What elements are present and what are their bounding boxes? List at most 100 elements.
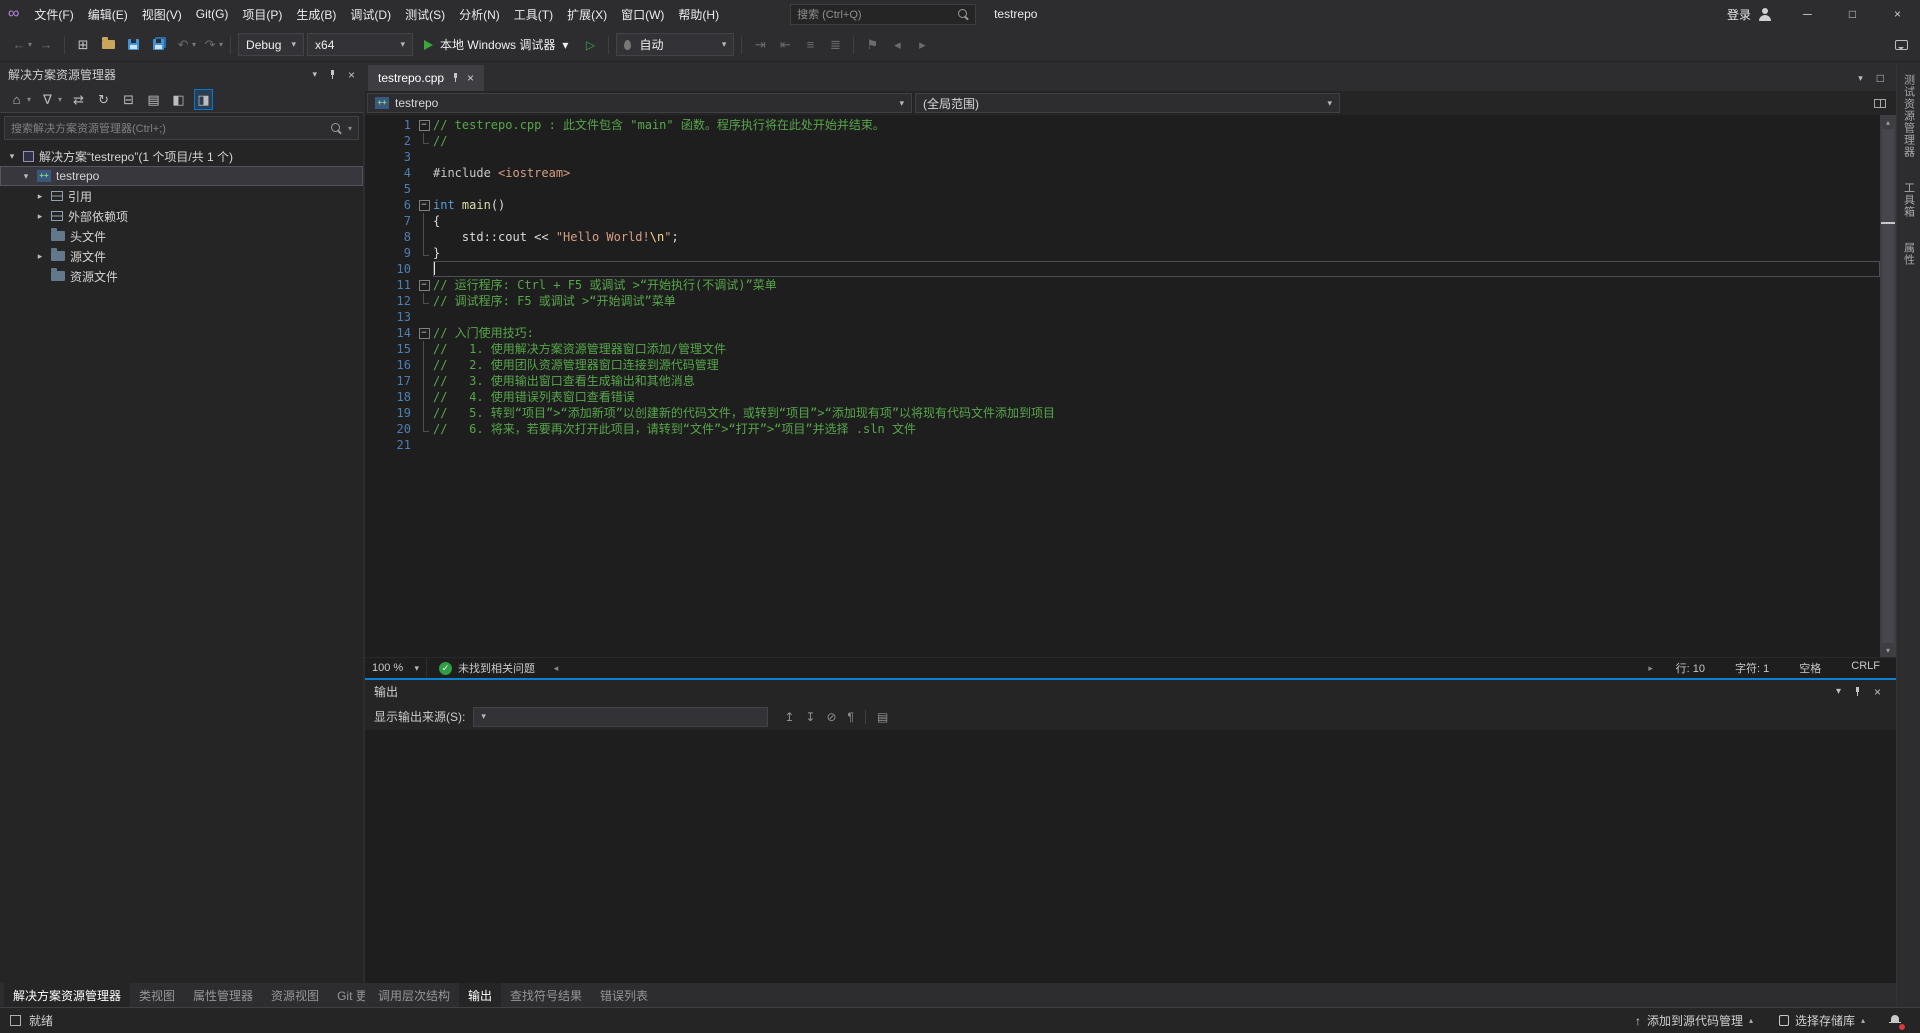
breakpoint-margin[interactable] xyxy=(365,213,381,229)
menu-item[interactable]: 扩展(X) xyxy=(560,0,614,28)
tree-item-external-dependencies[interactable]: ▸ 外部依赖项 xyxy=(0,206,363,226)
output-content[interactable] xyxy=(365,730,1896,983)
breakpoint-margin[interactable] xyxy=(365,421,381,437)
menu-item[interactable]: 窗口(W) xyxy=(614,0,671,28)
tool-window-tab[interactable]: 测试资源管理器 xyxy=(1901,74,1917,158)
collapse-icon[interactable]: ▾ xyxy=(6,151,18,162)
expand-icon[interactable]: ▸ xyxy=(34,211,46,222)
tree-item-project-testrepo[interactable]: ▾ testrepo xyxy=(0,166,363,186)
pin-icon[interactable] xyxy=(1854,687,1861,697)
tab-testrepo-cpp[interactable]: testrepo.cpp × xyxy=(368,65,484,91)
code-line-8[interactable]: 8 std::cout << "Hello World!\n"; xyxy=(365,229,1880,245)
menu-item[interactable]: 编辑(E) xyxy=(81,0,135,28)
bottom-panel-tab[interactable]: 调用层次结构 xyxy=(369,983,459,1007)
explorer-tab[interactable]: 资源视图 xyxy=(262,983,328,1007)
code-text[interactable]: // 3. 使用输出窗口查看生成输出和其他消息 xyxy=(433,373,1880,389)
symbol-scope-dropdown[interactable]: (全局范围) ▾ xyxy=(915,93,1340,113)
output-panel-header[interactable]: 输出 ▾ × xyxy=(365,680,1896,703)
tree-item-resource-files[interactable]: 资源文件 xyxy=(0,266,363,286)
sync-with-active-document-icon[interactable]: ⇄ xyxy=(70,90,87,109)
menu-item[interactable]: 分析(N) xyxy=(452,0,507,28)
menu-item[interactable]: 工具(T) xyxy=(507,0,560,28)
uncomment-icon[interactable]: ≣ xyxy=(824,33,846,57)
code-line-20[interactable]: 20// 6. 将来，若要再次打开此项目，请转到“文件”>“打开”>“项目”并选… xyxy=(365,421,1880,437)
code-text[interactable]: #include <iostream> xyxy=(433,165,1880,181)
code-text[interactable]: // 1. 使用解决方案资源管理器窗口添加/管理文件 xyxy=(433,341,1880,357)
code-lines[interactable]: 1−// testrepo.cpp : 此文件包含 "main" 函数。程序执行… xyxy=(365,115,1880,657)
bottom-panel-tab[interactable]: 输出 xyxy=(459,983,501,1007)
fold-collapse-icon[interactable]: − xyxy=(419,280,430,291)
pin-icon[interactable] xyxy=(329,70,336,80)
code-line-1[interactable]: 1−// testrepo.cpp : 此文件包含 "main" 函数。程序执行… xyxy=(365,117,1880,133)
code-text[interactable]: // 6. 将来，若要再次打开此项目，请转到“文件”>“打开”>“项目”并选择 … xyxy=(433,421,1880,437)
redo-dropdown-icon[interactable]: ▾ xyxy=(219,40,223,49)
expand-icon[interactable]: ▸ xyxy=(34,191,46,202)
explorer-tab[interactable]: 属性管理器 xyxy=(184,983,262,1007)
line-ending-indicator[interactable]: CRLF xyxy=(1851,660,1880,676)
breakpoint-margin[interactable] xyxy=(365,133,381,149)
code-line-21[interactable]: 21 xyxy=(365,437,1880,453)
show-all-files-icon[interactable]: ▤ xyxy=(145,90,162,109)
code-text[interactable]: int main() xyxy=(433,197,1880,213)
background-tasks-icon[interactable] xyxy=(10,1015,21,1026)
tree-item-source-files[interactable]: ▸ 源文件 xyxy=(0,246,363,266)
search-icon[interactable] xyxy=(958,9,969,20)
code-text[interactable]: // xyxy=(433,133,1880,149)
project-scope-dropdown[interactable]: testrepo ▾ xyxy=(367,93,912,113)
tree-item-header-files[interactable]: 头文件 xyxy=(0,226,363,246)
breakpoint-margin[interactable] xyxy=(365,373,381,389)
code-line-6[interactable]: 6−int main() xyxy=(365,197,1880,213)
code-editor[interactable]: 1−// testrepo.cpp : 此文件包含 "main" 函数。程序执行… xyxy=(365,115,1896,657)
breakpoint-margin[interactable] xyxy=(365,389,381,405)
code-line-4[interactable]: 4#include <iostream> xyxy=(365,165,1880,181)
spaces-indicator[interactable]: 空格 xyxy=(1799,660,1821,676)
navigate-forward-icon[interactable]: → xyxy=(35,33,57,57)
navigate-back-icon[interactable]: ← xyxy=(8,33,30,57)
horizontal-scrollbar[interactable] xyxy=(565,658,1642,678)
breakpoint-margin[interactable] xyxy=(365,341,381,357)
minimize-button[interactable]: ─ xyxy=(1785,0,1830,28)
code-text[interactable]: } xyxy=(433,245,1880,261)
undo-icon[interactable]: ↶ xyxy=(172,33,194,57)
close-panel-icon[interactable]: × xyxy=(348,68,355,82)
save-icon[interactable] xyxy=(122,33,144,57)
code-line-15[interactable]: 15// 1. 使用解决方案资源管理器窗口添加/管理文件 xyxy=(365,341,1880,357)
tool-window-tab[interactable]: 属性 xyxy=(1901,242,1917,266)
code-text[interactable]: // 4. 使用错误列表窗口查看错误 xyxy=(433,389,1880,405)
code-line-13[interactable]: 13 xyxy=(365,309,1880,325)
code-text[interactable]: // 5. 转到“项目”>“添加新项”以创建新的代码文件，或转到“项目”>“添加… xyxy=(433,405,1880,421)
code-line-19[interactable]: 19// 5. 转到“项目”>“添加新项”以创建新的代码文件，或转到“项目”>“… xyxy=(365,405,1880,421)
close-button[interactable]: × xyxy=(1875,0,1920,28)
previous-bookmark-icon[interactable]: ◂ xyxy=(886,33,908,57)
navigate-back-dropdown-icon[interactable]: ▾ xyxy=(28,40,32,49)
breakpoint-margin[interactable] xyxy=(365,437,381,453)
window-position-icon[interactable]: ▾ xyxy=(1836,686,1841,697)
start-without-debugging-icon[interactable]: ▷ xyxy=(579,33,601,57)
maximize-button[interactable]: □ xyxy=(1830,0,1875,28)
scroll-left-icon[interactable]: ◂ xyxy=(547,663,565,674)
code-line-18[interactable]: 18// 4. 使用错误列表窗口查看错误 xyxy=(365,389,1880,405)
fold-collapse-icon[interactable]: − xyxy=(419,120,430,131)
outdent-icon[interactable]: ⇤ xyxy=(774,33,796,57)
code-line-14[interactable]: 14−// 入门使用技巧: xyxy=(365,325,1880,341)
float-window-icon[interactable]: □ xyxy=(1877,71,1884,85)
vertical-scrollbar[interactable]: ▴ ▾ xyxy=(1880,115,1896,657)
search-options-icon[interactable]: ▾ xyxy=(348,124,352,133)
breakpoint-margin[interactable] xyxy=(365,357,381,373)
search-icon[interactable] xyxy=(331,123,342,134)
code-text[interactable] xyxy=(433,437,1880,453)
undo-dropdown-icon[interactable]: ▾ xyxy=(192,40,196,49)
close-panel-icon[interactable]: × xyxy=(1874,685,1881,699)
select-repository-button[interactable]: 选择存储库 ▴ xyxy=(1770,1008,1874,1033)
breakpoint-margin[interactable] xyxy=(365,149,381,165)
pin-icon[interactable] xyxy=(452,73,459,83)
menu-item[interactable]: 帮助(H) xyxy=(671,0,726,28)
fold-collapse-icon[interactable]: − xyxy=(419,200,430,211)
breakpoint-margin[interactable] xyxy=(365,309,381,325)
scroll-down-icon[interactable]: ▾ xyxy=(1886,643,1890,657)
output-source-dropdown[interactable]: ▾ xyxy=(473,707,768,727)
comment-icon[interactable]: ≡ xyxy=(799,33,821,57)
menu-item[interactable]: 测试(S) xyxy=(398,0,452,28)
save-all-icon[interactable] xyxy=(147,33,169,57)
scrollbar-thumb[interactable] xyxy=(1882,129,1894,643)
